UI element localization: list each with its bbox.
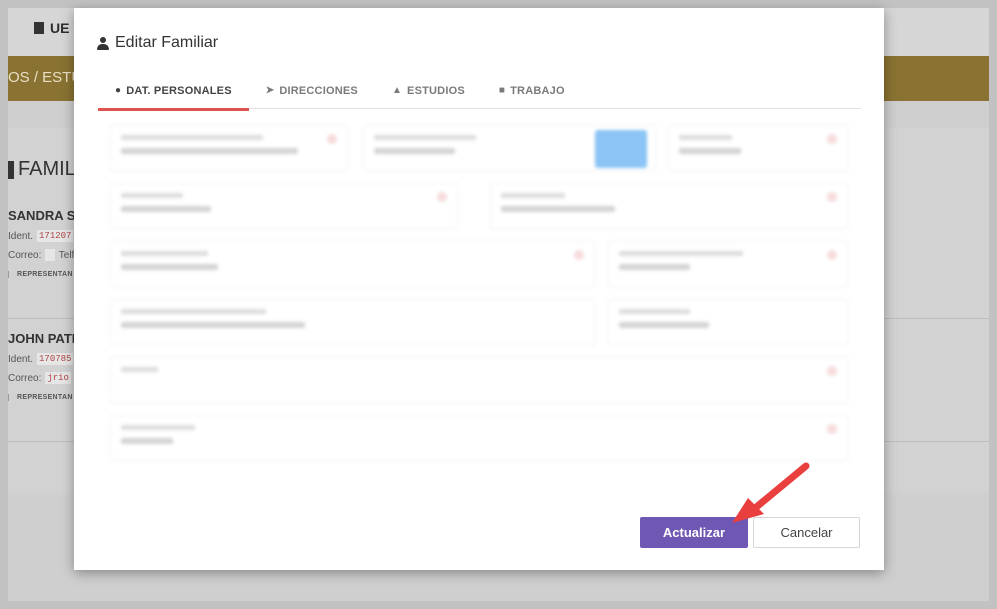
form-field[interactable] bbox=[110, 357, 848, 403]
ident-label: Ident. bbox=[8, 353, 34, 365]
update-button[interactable]: Actualizar bbox=[640, 517, 748, 548]
tab-datos-personales[interactable]: ● DAT. PERSONALES bbox=[98, 72, 249, 111]
ident-value: 171207 bbox=[37, 230, 74, 242]
form-field[interactable] bbox=[110, 125, 348, 171]
breadcrumb: OS / ESTU bbox=[8, 69, 83, 86]
ident-value: 170785 bbox=[37, 353, 74, 365]
form-field[interactable] bbox=[608, 241, 848, 287]
family-icon bbox=[8, 160, 14, 179]
tab-label: ESTUDIOS bbox=[407, 84, 465, 97]
upload-button[interactable] bbox=[595, 130, 647, 168]
section-title-text: FAMILI bbox=[18, 158, 82, 180]
app-logo-text: UE bbox=[50, 20, 70, 36]
form-field[interactable] bbox=[110, 415, 848, 461]
user-icon bbox=[97, 36, 109, 50]
form-field[interactable] bbox=[110, 299, 595, 345]
form-field[interactable] bbox=[110, 183, 458, 229]
tab-estudios[interactable]: ▲ ESTUDIOS bbox=[375, 72, 482, 109]
briefcase-icon: ■ bbox=[498, 85, 506, 96]
location-arrow-icon: ➤ bbox=[265, 85, 275, 96]
correo-label: Correo: bbox=[8, 249, 42, 261]
tab-label: TRABAJO bbox=[510, 84, 565, 97]
form-field[interactable] bbox=[110, 241, 595, 287]
correo-value: jrio bbox=[45, 372, 71, 384]
graduation-cap-icon: ▲ bbox=[391, 85, 403, 96]
app-logo: UE bbox=[34, 20, 69, 36]
correo-label: Correo: bbox=[8, 372, 42, 384]
form-field[interactable] bbox=[490, 183, 848, 229]
modal-title: Editar Familiar bbox=[97, 34, 218, 52]
personal-data-form bbox=[110, 125, 848, 465]
modal-tabs: ● DAT. PERSONALES ➤ DIRECCIONES ▲ ESTUDI… bbox=[98, 72, 861, 111]
building-icon bbox=[34, 22, 44, 34]
correo-value bbox=[45, 249, 55, 261]
tab-label: DAT. PERSONALES bbox=[126, 84, 232, 97]
person-icon: ● bbox=[115, 85, 122, 96]
cancel-button[interactable]: Cancelar bbox=[753, 517, 860, 548]
section-title: FAMILI bbox=[8, 158, 81, 181]
ident-label: Ident. bbox=[8, 230, 34, 242]
form-field[interactable] bbox=[363, 125, 656, 171]
tab-direcciones[interactable]: ➤ DIRECCIONES bbox=[249, 72, 375, 109]
modal-title-text: Editar Familiar bbox=[115, 34, 219, 51]
form-field[interactable] bbox=[668, 125, 848, 171]
tab-trabajo[interactable]: ■ TRABAJO bbox=[482, 72, 582, 109]
form-field[interactable] bbox=[608, 299, 848, 345]
edit-family-modal: Editar Familiar ● DAT. PERSONALES ➤ DIRE… bbox=[74, 8, 884, 570]
tab-label: DIRECCIONES bbox=[279, 84, 358, 97]
